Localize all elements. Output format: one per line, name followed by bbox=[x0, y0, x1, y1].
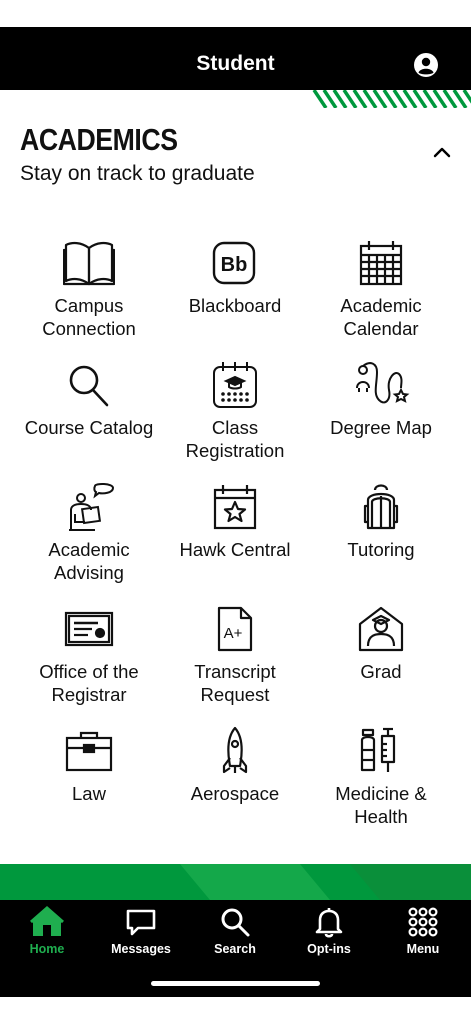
tab-menu[interactable]: Menu bbox=[376, 906, 470, 956]
tile-label: Academic Advising bbox=[48, 539, 130, 583]
status-bar bbox=[0, 0, 471, 27]
tile-hawk-central[interactable]: Hawk Central bbox=[160, 482, 310, 561]
tile-label: Degree Map bbox=[330, 417, 432, 438]
grid-dots-icon bbox=[408, 907, 438, 937]
tile-label: Medicine & Health bbox=[335, 783, 427, 827]
tile-label: Course Catalog bbox=[24, 417, 154, 438]
bottom-safe-area bbox=[0, 997, 471, 1024]
tile-class-registration[interactable]: Class Registration bbox=[160, 360, 310, 462]
path-map-icon bbox=[356, 362, 410, 404]
rocket-icon bbox=[222, 726, 248, 774]
academics-section-header[interactable]: ACADEMICS Stay on track to graduate bbox=[0, 118, 471, 198]
decorative-stripes bbox=[312, 90, 471, 108]
tile-academic-calendar[interactable]: Academic Calendar bbox=[306, 238, 456, 340]
svg-text:A+: A+ bbox=[224, 625, 243, 642]
tile-academic-advising[interactable]: Academic Advising bbox=[14, 482, 164, 584]
home-icon bbox=[30, 906, 64, 936]
tile-degree-map[interactable]: Degree Map bbox=[306, 360, 456, 439]
bell-icon bbox=[315, 908, 343, 938]
tab-label: Menu bbox=[406, 942, 440, 956]
tile-label: Hawk Central bbox=[179, 539, 291, 560]
tile-campus-connection[interactable]: Campus Connection bbox=[14, 238, 164, 340]
tile-law[interactable]: Law bbox=[14, 726, 164, 805]
medicine-syringe-icon bbox=[360, 727, 396, 772]
tile-grad[interactable]: Grad bbox=[306, 604, 456, 683]
chevron-up-icon[interactable] bbox=[430, 144, 454, 160]
tab-home[interactable]: Home bbox=[0, 906, 94, 956]
registration-calendar-icon bbox=[213, 362, 257, 408]
chat-bubble-icon bbox=[126, 909, 156, 936]
tile-label: Blackboard bbox=[188, 295, 282, 316]
star-calendar-icon bbox=[213, 485, 257, 530]
section-title: ACADEMICS bbox=[20, 122, 178, 157]
tab-messages[interactable]: Messages bbox=[94, 906, 188, 956]
graduate-house-icon bbox=[358, 606, 404, 652]
tile-office-registrar[interactable]: Office of the Registrar bbox=[14, 604, 164, 706]
tile-course-catalog[interactable]: Course Catalog bbox=[14, 360, 164, 439]
graded-document-icon: A+ bbox=[217, 606, 253, 652]
tile-aerospace[interactable]: Aerospace bbox=[160, 726, 310, 805]
tile-label: Class Registration bbox=[185, 417, 285, 461]
tile-label: Transcript Request bbox=[194, 661, 276, 705]
tab-label: Messages bbox=[111, 942, 171, 956]
advisor-speech-icon bbox=[69, 482, 115, 531]
tile-label: Tutoring bbox=[347, 539, 415, 560]
tile-label: Campus Connection bbox=[42, 295, 136, 339]
tile-label: Academic Calendar bbox=[340, 295, 422, 339]
top-app-bar: Student bbox=[0, 27, 471, 90]
tab-label: Home bbox=[29, 942, 65, 956]
blackboard-icon: Bb bbox=[212, 241, 256, 285]
tile-label: Law bbox=[72, 783, 106, 804]
backpack-icon bbox=[363, 484, 399, 530]
magnifier-icon bbox=[69, 365, 109, 407]
tab-opt-ins[interactable]: Opt-ins bbox=[282, 906, 376, 956]
tile-transcript-request[interactable]: A+ Transcript Request bbox=[160, 604, 310, 706]
tile-medicine-health[interactable]: Medicine & Health bbox=[306, 726, 456, 828]
decorative-green-band bbox=[0, 864, 471, 900]
tile-label: Office of the Registrar bbox=[39, 661, 139, 705]
briefcase-icon bbox=[65, 731, 113, 772]
book-icon bbox=[63, 241, 115, 286]
tab-label: Opt-ins bbox=[307, 942, 351, 956]
tab-label: Search bbox=[214, 942, 256, 956]
page-title: Student bbox=[196, 52, 275, 75]
svg-text:Bb: Bb bbox=[221, 254, 248, 276]
search-icon bbox=[221, 908, 250, 937]
tile-blackboard[interactable]: Bb Blackboard bbox=[160, 238, 310, 317]
tile-label: Aerospace bbox=[190, 783, 280, 804]
account-circle-icon[interactable] bbox=[413, 52, 439, 78]
tile-tutoring[interactable]: Tutoring bbox=[306, 482, 456, 561]
home-indicator[interactable] bbox=[151, 981, 320, 986]
tab-search[interactable]: Search bbox=[188, 906, 282, 956]
section-subtitle: Stay on track to graduate bbox=[20, 162, 255, 185]
tile-label: Grad bbox=[360, 661, 402, 682]
certificate-icon bbox=[64, 611, 114, 647]
calendar-grid-icon bbox=[359, 241, 403, 286]
